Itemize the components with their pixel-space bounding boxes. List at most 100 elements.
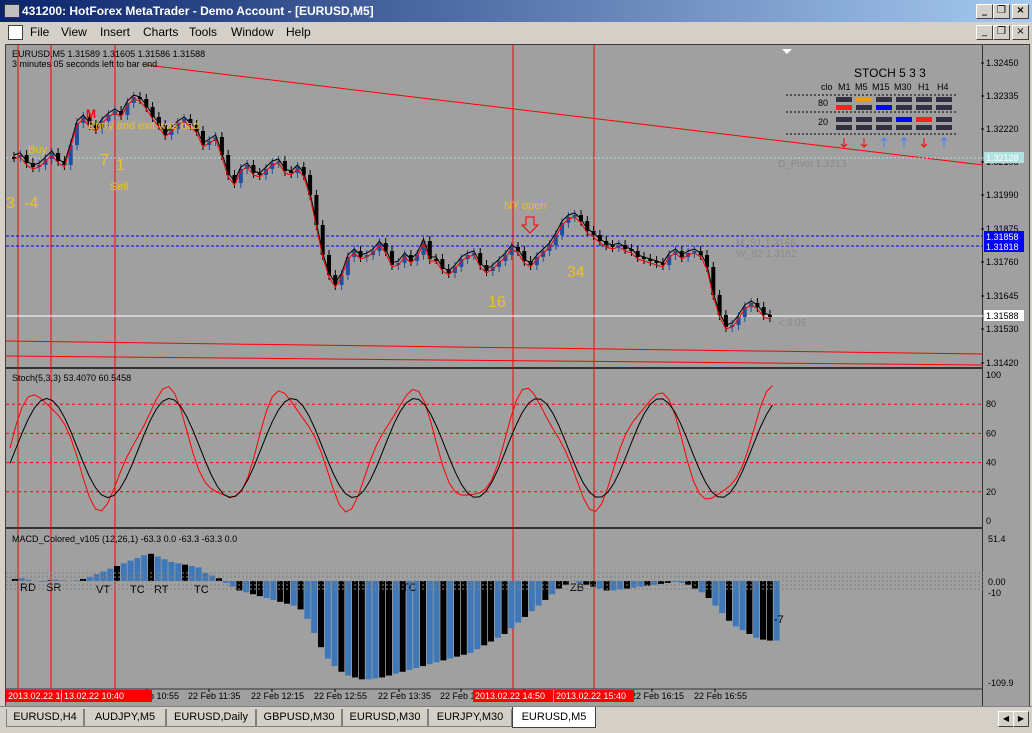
macd-bar — [372, 581, 379, 679]
macd-bar — [284, 581, 290, 604]
macd-bar — [188, 566, 195, 581]
stoch-d-line — [9, 397, 773, 499]
chart-canvas[interactable]: EURUSD,M5 1.31589 1.31605 1.31586 1.3158… — [6, 45, 1029, 706]
price-box-pivot: 1.32128 — [986, 153, 1019, 163]
close-button[interactable]: × — [1012, 4, 1029, 19]
macd-bar — [358, 581, 365, 680]
macd-bar — [651, 581, 658, 585]
minimize-button[interactable]: _ — [976, 4, 993, 19]
stoch-cell — [856, 97, 872, 102]
stoch-dash-20: 20 — [818, 117, 828, 127]
annotation-entry-exit: Entry and exit was bad — [88, 120, 199, 132]
stoch-cell — [916, 125, 932, 130]
macd-bar — [413, 581, 420, 668]
stoch-axis-label: 100 — [986, 370, 1001, 380]
macd-bar — [195, 567, 202, 581]
macd-bar — [107, 568, 114, 581]
pivot-w-s2: W_S2 1.3162 — [736, 249, 797, 260]
tab-scroll-left-icon[interactable]: ◀ — [998, 711, 1014, 727]
macd-bar — [440, 581, 447, 661]
price-box-1: 1.31858 — [986, 232, 1019, 242]
menu-insert[interactable]: Insert — [100, 25, 130, 39]
macd-bar — [515, 581, 522, 623]
macd-bar — [460, 581, 467, 655]
stoch-cell — [896, 105, 912, 110]
arrow-down-icon — [920, 138, 928, 148]
tab-gbpusd-m30[interactable]: GBPUSD,M30 — [256, 709, 342, 727]
macd-bar — [127, 560, 134, 581]
stoch-cell — [876, 117, 892, 122]
tab-eurusd-daily[interactable]: EURUSD,Daily — [166, 709, 256, 727]
stoch-cell — [896, 125, 912, 130]
annotation-34: 34 — [567, 264, 585, 281]
price-box-2: 1.31818 — [986, 242, 1019, 252]
menu-help[interactable]: Help — [286, 25, 311, 39]
stoch-label: Stoch(5,3,3) 53.4070 60.5458 — [12, 373, 131, 383]
doc-close-button[interactable]: × — [1012, 25, 1029, 40]
macd-bar — [379, 581, 386, 678]
tf-m1: M1 — [838, 82, 851, 92]
macd-bar — [766, 581, 773, 641]
menu-tools[interactable]: Tools — [189, 25, 217, 39]
tab-eurusd-h4[interactable]: EURUSD,H4 — [6, 709, 84, 727]
tab-audjpy-m5[interactable]: AUDJPY,M5 — [84, 709, 166, 727]
time-hl-3: 2013.02.22 14:50 — [475, 691, 545, 701]
menu-charts[interactable]: Charts — [143, 25, 178, 39]
bar-timer: 3 minutes 05 seconds left to bar end — [12, 59, 157, 69]
macd-bar — [488, 581, 494, 642]
chart-window[interactable]: EURUSD,M5 1.31589 1.31605 1.31586 1.3158… — [5, 44, 1030, 707]
arrow-up-icon — [900, 137, 908, 147]
macd-mark-rd: RD — [20, 582, 36, 594]
macd-mark-sr: SR — [46, 582, 61, 594]
macd-bar — [406, 581, 413, 670]
price-label: 1.31760 — [986, 257, 1019, 267]
macd-bar — [705, 581, 712, 599]
menu-file[interactable]: File — [30, 25, 49, 39]
stoch-clo-label: clo — [821, 82, 833, 92]
stoch-axis-label: 60 — [986, 428, 996, 438]
stoch-cell — [936, 97, 952, 102]
maximize-button[interactable]: ❐ — [993, 4, 1010, 19]
stoch-axis-label: 40 — [986, 458, 996, 468]
tf-m5: M5 — [855, 82, 868, 92]
macd-axis-label: 0.00 — [988, 577, 1006, 587]
tab-eurusd-m5[interactable]: EURUSD,M5 — [512, 707, 596, 728]
macd-bar — [318, 581, 324, 648]
stoch-axis-label: 0 — [986, 516, 991, 526]
time-hl-2: 13.02.22 10:40 — [64, 691, 124, 701]
stoch-axis-label: 80 — [986, 399, 996, 409]
macd-bar — [508, 581, 515, 629]
macd-bar — [86, 576, 93, 581]
macd-bar — [304, 581, 311, 619]
macd-bar — [732, 581, 739, 627]
macd-bar — [637, 581, 644, 587]
macd-bar — [773, 581, 780, 641]
stoch-cell — [936, 105, 952, 110]
macd-bar — [175, 563, 182, 581]
macd-bar — [365, 581, 372, 680]
macd-bar — [522, 581, 528, 617]
menu-bar: File View Insert Charts Tools Window Hel… — [0, 22, 1032, 42]
macd-bar — [447, 581, 454, 659]
menu-view[interactable]: View — [61, 25, 87, 39]
shift-marker-icon — [782, 49, 792, 54]
macd-bar — [270, 581, 277, 600]
time-label: 22 Feb 16:15 — [631, 691, 684, 701]
stoch-cell — [856, 125, 872, 130]
doc-minimize-button[interactable]: _ — [976, 25, 993, 40]
macd-bar — [324, 581, 331, 659]
stoch-dashboard-title: STOCH 5 3 3 — [854, 66, 926, 80]
annotation-3: 3 — [6, 195, 15, 212]
macd-bar — [698, 581, 705, 593]
tf-h1: H1 — [918, 82, 930, 92]
tab-scroll-right-icon[interactable]: ▶ — [1013, 711, 1029, 727]
arrow-up-icon — [880, 137, 888, 147]
menu-window[interactable]: Window — [231, 25, 274, 39]
time-hl-4: 2013.02.22 15:40 — [556, 691, 626, 701]
doc-restore-button[interactable]: ❐ — [993, 25, 1010, 40]
macd-bar — [726, 581, 732, 621]
pivot-m-s1: M_S1 1.3166 — [736, 238, 796, 249]
stoch-dashboard: STOCH 5 3 3 clo M1 M5 M15 M30 H1 H4 80 2… — [786, 66, 956, 148]
tab-eurusd-m30[interactable]: EURUSD,M30 — [342, 709, 428, 727]
tab-eurjpy-m30[interactable]: EURJPY,M30 — [428, 709, 512, 727]
